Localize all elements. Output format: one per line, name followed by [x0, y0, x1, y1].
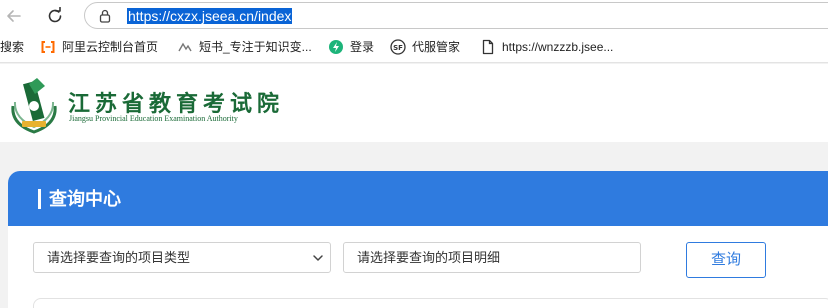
bookmark-label: https://wnzzzb.jsee...	[502, 40, 614, 54]
bookmark-search[interactable]: 搜索	[0, 39, 24, 55]
result-container	[33, 298, 828, 308]
reload-button[interactable]	[43, 4, 67, 28]
query-center-header: 查询中心	[8, 171, 828, 226]
bookmark-label: 代服管家	[412, 40, 461, 54]
url-text[interactable]: https://cxzx.jseea.cn/index	[127, 7, 293, 25]
bookmark-label: 短书_专注于知识变...	[199, 40, 312, 54]
bookmarks-bar: 搜索 阿里云控制台首页 短书_专注于知识变... 登录 SF 代服管家 http…	[0, 31, 828, 63]
arrow-left-icon	[7, 10, 21, 22]
query-button[interactable]: 查询	[686, 242, 766, 278]
query-center-title: 查询中心	[49, 189, 121, 209]
reload-icon	[48, 7, 62, 23]
green-leaf-icon	[328, 39, 344, 55]
duanshu-icon	[177, 39, 193, 55]
back-button[interactable]	[2, 4, 26, 28]
address-bar[interactable]: https://cxzx.jseea.cn/index	[84, 2, 828, 29]
project-type-select-value: 请选择要查询的项目类型	[47, 250, 191, 265]
aliyun-icon	[40, 39, 56, 55]
bookmark-login[interactable]: 登录	[328, 39, 374, 55]
sf-icon: SF	[390, 39, 406, 55]
project-detail-select-value: 请选择要查询的项目明细	[357, 250, 501, 265]
page-icon	[480, 39, 496, 55]
project-detail-select[interactable]: 请选择要查询的项目明细	[343, 242, 641, 273]
bookmark-aliyun[interactable]: 阿里云控制台首页	[40, 39, 158, 55]
bookmark-label: 登录	[350, 40, 375, 54]
title-accent-bar	[38, 189, 41, 209]
site-logo-emblem[interactable]	[7, 72, 61, 136]
svg-text:SF: SF	[393, 44, 403, 52]
site-name-english: Jiangsu Provincial Education Examination…	[69, 114, 238, 123]
bookmark-duanshu[interactable]: 短书_专注于知识变...	[177, 39, 312, 55]
chevron-down-icon	[313, 255, 323, 261]
bookmark-label: 阿里云控制台首页	[62, 40, 159, 54]
bookmark-daifu[interactable]: SF 代服管家	[390, 39, 460, 55]
site-header: 江苏省教育考试院 Jiangsu Provincial Education Ex…	[0, 64, 828, 142]
bookmark-wnzzzb[interactable]: https://wnzzzb.jsee...	[480, 39, 613, 55]
lock-icon[interactable]	[97, 8, 113, 24]
bookmark-label: 搜索	[0, 40, 25, 54]
project-type-select[interactable]: 请选择要查询的项目类型	[33, 242, 331, 273]
browser-toolbar: https://cxzx.jseea.cn/index	[0, 0, 828, 31]
